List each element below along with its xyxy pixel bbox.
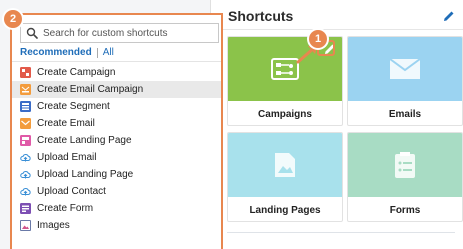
shortcut-list: Create Campaign Create Email Campaign Cr…: [12, 64, 221, 234]
shortcut-picker-popup: Recommended All Create Campaign Create E…: [10, 13, 223, 249]
campaign-icon: [20, 67, 31, 78]
tile-forms-label: Forms: [389, 204, 421, 216]
list-item-images[interactable]: Images: [12, 217, 221, 234]
list-item-create-campaign[interactable]: Create Campaign: [12, 64, 221, 81]
search-input[interactable]: [43, 27, 213, 39]
tile-forms-art: [348, 133, 462, 197]
tab-separator: [96, 47, 98, 58]
filter-tabs: Recommended All: [20, 47, 114, 58]
form-icon: [395, 152, 415, 178]
tile-emails-label: Emails: [388, 108, 422, 120]
screen: Shortcuts Campaigns Emails Landing Pages…: [0, 0, 463, 249]
tile-forms[interactable]: Forms: [347, 132, 463, 222]
edit-shortcuts-pencil-icon[interactable]: [443, 10, 455, 22]
list-item-label: Create Campaign: [37, 67, 116, 78]
upload-cloud-icon: [20, 187, 31, 196]
list-item-label: Create Email: [37, 118, 95, 129]
list-item-upload-landing-page[interactable]: Upload Landing Page: [12, 166, 221, 183]
bottom-divider: [227, 232, 455, 233]
list-item-create-landing-page[interactable]: Create Landing Page: [12, 132, 221, 149]
list-item-label: Create Email Campaign: [37, 84, 144, 95]
image-icon: [20, 220, 31, 231]
email-campaign-icon: [20, 84, 31, 95]
tabs-divider: [12, 61, 221, 62]
search-icon: [26, 27, 38, 39]
list-item-label: Create Landing Page: [37, 135, 132, 146]
list-item-create-form[interactable]: Create Form: [12, 200, 221, 217]
tab-recommended[interactable]: Recommended: [20, 47, 92, 58]
shortcuts-panel: Shortcuts Campaigns Emails Landing Pages…: [210, 0, 463, 249]
shortcuts-title: Shortcuts: [228, 8, 294, 24]
list-item-upload-email[interactable]: Upload Email: [12, 149, 221, 166]
list-item-create-email[interactable]: Create Email: [12, 115, 221, 132]
form-icon: [20, 203, 31, 214]
callout-badge-1: 1: [309, 30, 327, 48]
search-box[interactable]: [20, 23, 219, 43]
title-divider: [210, 29, 463, 30]
tile-landing-pages[interactable]: Landing Pages: [227, 132, 343, 222]
list-item-label: Upload Contact: [37, 186, 106, 197]
tile-landing-pages-art: [228, 133, 342, 197]
tile-emails[interactable]: Emails: [347, 36, 463, 126]
list-item-label: Upload Landing Page: [37, 169, 134, 180]
list-item-create-email-campaign[interactable]: Create Email Campaign: [12, 81, 221, 98]
landing-page-icon: [275, 153, 295, 177]
list-item-label: Create Form: [37, 203, 94, 214]
tile-campaigns-label: Campaigns: [258, 108, 312, 120]
upload-cloud-icon: [20, 153, 31, 162]
tab-all[interactable]: All: [103, 47, 114, 58]
list-item-label: Upload Email: [37, 152, 97, 163]
list-item-upload-contact[interactable]: Upload Contact: [12, 183, 221, 200]
tile-landing-pages-label: Landing Pages: [249, 204, 321, 216]
tile-emails-art: [348, 37, 462, 101]
list-item-label: Images: [37, 220, 70, 231]
upload-cloud-icon: [20, 170, 31, 179]
list-item-label: Create Segment: [37, 101, 110, 112]
segment-icon: [20, 101, 31, 112]
list-item-create-segment[interactable]: Create Segment: [12, 98, 221, 115]
callout-badge-2: 2: [4, 10, 22, 28]
landing-page-icon: [20, 135, 31, 146]
email-icon: [20, 118, 31, 129]
envelope-icon: [389, 58, 421, 79]
